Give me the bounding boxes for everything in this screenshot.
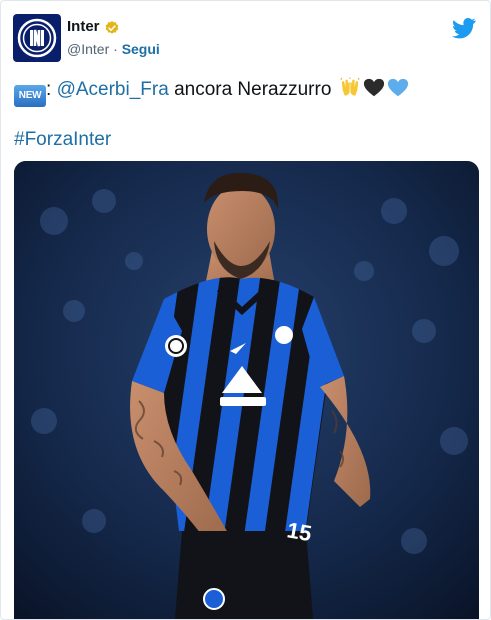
account-display-name[interactable]: Inter [67, 18, 100, 35]
tweet-card: Inter @Inter · Segui NEW: @Acerbi_Fra an… [0, 0, 491, 620]
raising-hands-icon [340, 77, 360, 96]
black-heart-icon [363, 78, 384, 97]
follow-link[interactable]: Segui [122, 41, 160, 57]
shirt-number-text: 15 [285, 517, 313, 546]
tweet-body: ancora Nerazzurro [174, 79, 332, 100]
hashtag-link[interactable]: #ForzaInter [14, 129, 111, 151]
separator-dot: · [113, 41, 118, 57]
blue-heart-icon [387, 78, 408, 97]
inter-logo-icon [17, 18, 57, 58]
account-handle[interactable]: @Inter [67, 41, 109, 57]
account-handle-row: @Inter · Segui [67, 41, 160, 57]
twitter-bird-icon[interactable] [452, 17, 476, 39]
tweet-photo[interactable]: 15 [14, 161, 479, 619]
inter-logo-avatar[interactable] [13, 14, 61, 62]
tweet-text: NEW: @Acerbi_Fra ancora Nerazzurro [14, 77, 409, 107]
player-photo: 15 [14, 161, 479, 619]
mention-link[interactable]: @Acerbi_Fra [57, 79, 169, 100]
new-badge-icon: NEW [14, 85, 46, 107]
verified-badge-icon [105, 21, 119, 34]
tweet-colon: : [46, 79, 52, 100]
